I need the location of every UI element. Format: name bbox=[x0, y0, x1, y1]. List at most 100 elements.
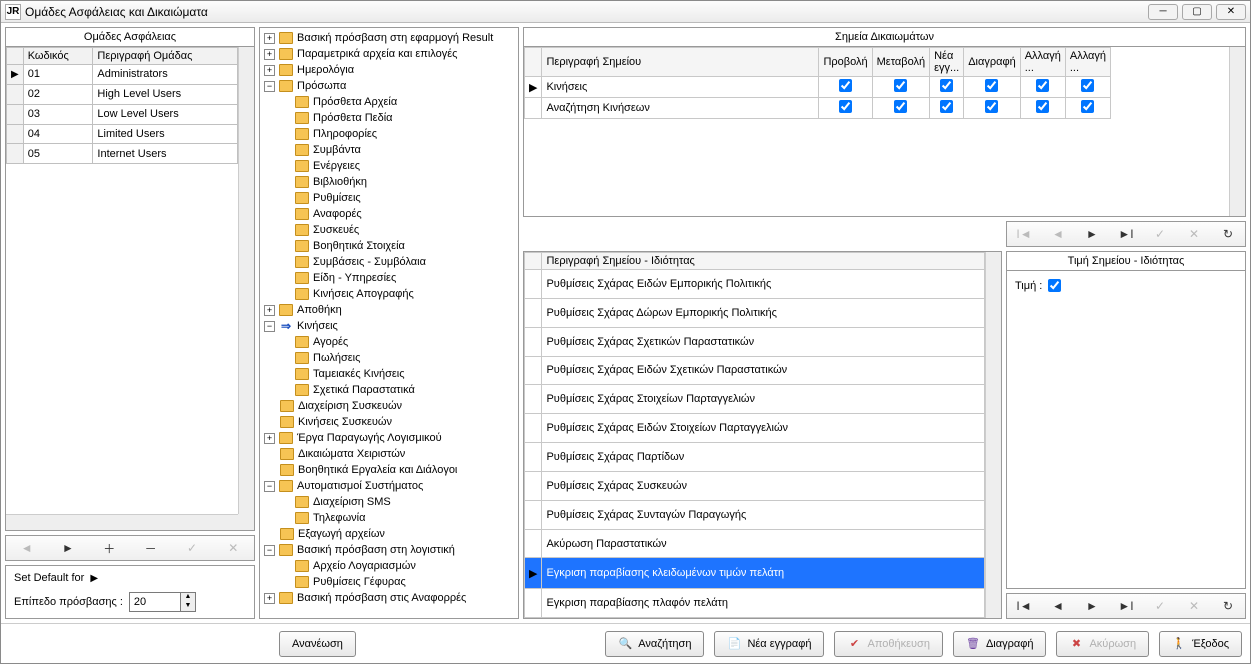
expand-icon[interactable]: + bbox=[264, 305, 275, 316]
perm-checkbox[interactable] bbox=[1036, 100, 1049, 113]
tree-node-label[interactable]: Αγορές bbox=[313, 334, 348, 350]
perm-checkbox[interactable] bbox=[894, 100, 907, 113]
perm-col-desc[interactable]: Περιγραφή Σημείου bbox=[542, 48, 819, 77]
cancel-button[interactable]: ✖ Ακύρωση bbox=[1056, 631, 1149, 657]
tree-node-label[interactable]: Ρυθμίσεις bbox=[313, 190, 361, 206]
list-item[interactable]: Ρυθμίσεις Σχάρας Ειδών Εμπορικής Πολιτικ… bbox=[525, 270, 985, 299]
tree-node-label[interactable]: Αποθήκη bbox=[297, 302, 342, 318]
table-row[interactable]: 04Limited Users bbox=[7, 124, 238, 144]
tree-node-label[interactable]: Κινήσεις bbox=[297, 318, 338, 334]
collapse-icon[interactable]: − bbox=[264, 321, 275, 332]
nav-prev-icon[interactable]: ◄ bbox=[1046, 227, 1070, 241]
perm-col-chg1[interactable]: Αλλαγή ... bbox=[1020, 48, 1065, 77]
property-list[interactable]: Περιγραφή Σημείου - Ιδιότητας Ρυθμίσεις … bbox=[524, 252, 985, 618]
list-item[interactable]: Ρυθμίσεις Σχάρας Παρτίδων bbox=[525, 443, 985, 472]
tree-node-label[interactable]: Πρόσθετα Πεδία bbox=[313, 110, 393, 126]
value-checkbox[interactable] bbox=[1048, 279, 1061, 292]
nav-prev-icon[interactable]: ◄ bbox=[1046, 599, 1070, 613]
groups-table[interactable]: Κωδικός Περιγραφή Ομάδας ▶01Administrato… bbox=[6, 47, 238, 514]
list-item[interactable]: Ρυθμίσεις Σχάρας Ειδών Σχετικών Παραστατ… bbox=[525, 356, 985, 385]
tree-node-label[interactable]: Διαχείριση Συσκευών bbox=[298, 398, 402, 414]
table-row[interactable]: 03Low Level Users bbox=[7, 104, 238, 124]
refresh-button[interactable]: Ανανέωση bbox=[279, 631, 356, 657]
expand-icon[interactable]: + bbox=[264, 65, 275, 76]
tree-node-label[interactable]: Βασική πρόσβαση στη λογιστική bbox=[297, 542, 455, 558]
nav-next-icon[interactable]: ► bbox=[1080, 227, 1104, 241]
prop-col-desc[interactable]: Περιγραφή Σημείου - Ιδιότητας bbox=[542, 253, 985, 270]
tree-node-label[interactable]: Βασική πρόσβαση στις Αναφορρές bbox=[297, 590, 466, 606]
table-row[interactable]: 02High Level Users bbox=[7, 84, 238, 104]
nav-confirm-icon[interactable]: ✓ bbox=[1148, 599, 1172, 613]
tree-node-label[interactable]: Παραμετρικά αρχεία και επιλογές bbox=[297, 46, 457, 62]
access-level-spinner[interactable]: ▲ ▼ bbox=[129, 592, 196, 612]
save-button[interactable]: ✔ Αποθήκευση bbox=[834, 631, 942, 657]
perm-checkbox[interactable] bbox=[940, 79, 953, 92]
tree-node-label[interactable]: Βοηθητικά Εργαλεία και Διάλογοι bbox=[298, 462, 457, 478]
tree-node-label[interactable]: Πρόσωπα bbox=[297, 78, 346, 94]
spinner-down-icon[interactable]: ▼ bbox=[181, 602, 195, 611]
table-row[interactable]: Αναζήτηση Κινήσεων bbox=[525, 98, 1230, 119]
tree-node-label[interactable]: Βασική πρόσβαση στη εφαρμογή Result bbox=[297, 30, 493, 46]
list-item[interactable]: Ρυθμίσεις Σχάρας Σχετικών Παραστατικών bbox=[525, 327, 985, 356]
maximize-button[interactable]: ▢ bbox=[1182, 4, 1212, 20]
tree-node-label[interactable]: Ημερολόγια bbox=[297, 62, 354, 78]
list-item[interactable]: Ρυθμίσεις Σχάρας Στοιχείων Παρταγγελιών bbox=[525, 385, 985, 414]
perm-col-chg2[interactable]: Αλλαγή ... bbox=[1065, 48, 1110, 77]
tree-node-label[interactable]: Συμβάσεις - Συμβόλαια bbox=[313, 254, 426, 270]
perm-col-new[interactable]: Νέα εγγ... bbox=[930, 48, 964, 77]
nav-first-icon[interactable]: ◄ bbox=[15, 541, 39, 555]
perm-col-del[interactable]: Διαγραφή bbox=[964, 48, 1021, 77]
tree-node-label[interactable]: Πληροφορίες bbox=[313, 126, 377, 142]
tree-node-label[interactable]: Βοηθητικά Στοιχεία bbox=[313, 238, 405, 254]
chevron-right-icon[interactable]: ▶ bbox=[90, 573, 98, 584]
tree-node-label[interactable]: Διαχείριση SMS bbox=[313, 494, 391, 510]
tree-node-label[interactable]: Συσκευές bbox=[313, 222, 359, 238]
list-item[interactable]: Ρυθμίσεις Σχάρας Συνταγών Παραγωγής bbox=[525, 500, 985, 529]
nav-cancel-icon[interactable]: ✕ bbox=[1182, 599, 1206, 613]
tree-node-label[interactable]: Συμβάντα bbox=[313, 142, 361, 158]
perm-checkbox[interactable] bbox=[839, 100, 852, 113]
tree-node-label[interactable]: Αναφορές bbox=[313, 206, 362, 222]
table-row[interactable]: 05Internet Users bbox=[7, 144, 238, 164]
tree-node-label[interactable]: Αρχείο Λογαριασμών bbox=[313, 558, 416, 574]
tree-node-label[interactable]: Βιβλιοθήκη bbox=[313, 174, 367, 190]
groups-scrollbar[interactable] bbox=[238, 47, 254, 514]
minimize-button[interactable]: ─ bbox=[1148, 4, 1178, 20]
tree-node-label[interactable]: Είδη - Υπηρεσίες bbox=[313, 270, 396, 286]
tree-node-label[interactable]: Πωλήσεις bbox=[313, 350, 360, 366]
list-item[interactable]: Ακύρωση Παραστατικών bbox=[525, 529, 985, 558]
perm-checkbox[interactable] bbox=[1081, 79, 1094, 92]
table-row[interactable]: ▶Κινήσεις bbox=[525, 77, 1230, 98]
perm-col-view[interactable]: Προβολή bbox=[819, 48, 872, 77]
prop-scrollbar[interactable] bbox=[985, 252, 1001, 618]
tree-node-label[interactable]: Πρόσθετα Αρχεία bbox=[313, 94, 397, 110]
nav-next-icon[interactable]: ► bbox=[56, 541, 80, 555]
new-record-button[interactable]: 📄 Νέα εγγραφή bbox=[714, 631, 824, 657]
nav-remove-icon[interactable]: － bbox=[139, 540, 163, 557]
tree-node-label[interactable]: Κινήσεις Συσκευών bbox=[298, 414, 392, 430]
nav-confirm-icon[interactable]: ✓ bbox=[180, 541, 204, 555]
collapse-icon[interactable]: − bbox=[264, 545, 275, 556]
perm-scrollbar[interactable] bbox=[1229, 47, 1245, 216]
tree-node-label[interactable]: Έργα Παραγωγής Λογισμικού bbox=[297, 430, 442, 446]
nav-last-icon[interactable]: ►I bbox=[1114, 599, 1138, 613]
collapse-icon[interactable]: − bbox=[264, 481, 275, 492]
nav-cancel-icon[interactable]: ✕ bbox=[221, 541, 245, 555]
nav-refresh-icon[interactable]: ↻ bbox=[1216, 227, 1240, 241]
nav-confirm-icon[interactable]: ✓ bbox=[1148, 227, 1172, 241]
expand-icon[interactable]: + bbox=[264, 49, 275, 60]
list-item[interactable]: Εγκριση παραβίασης πλαφόν πελάτη bbox=[525, 588, 985, 617]
perm-col-edit[interactable]: Μεταβολή bbox=[872, 48, 929, 77]
perm-checkbox[interactable] bbox=[839, 79, 852, 92]
nav-last-icon[interactable]: ►I bbox=[1114, 227, 1138, 241]
groups-col-code[interactable]: Κωδικός bbox=[23, 48, 93, 65]
perm-checkbox[interactable] bbox=[1081, 100, 1094, 113]
list-item[interactable]: Ρυθμίσεις Σχάρας Συσκευών bbox=[525, 471, 985, 500]
tree-node-label[interactable]: Κινήσεις Απογραφής bbox=[313, 286, 414, 302]
tree-node-label[interactable]: Δικαιώματα Χειριστών bbox=[298, 446, 405, 462]
access-level-input[interactable] bbox=[130, 596, 180, 608]
tree-node-label[interactable]: Ενέργειες bbox=[313, 158, 360, 174]
perm-checkbox[interactable] bbox=[894, 79, 907, 92]
table-row[interactable]: ▶01Administrators bbox=[7, 65, 238, 85]
tree-node-label[interactable]: Σχετικά Παραστατικά bbox=[313, 382, 415, 398]
